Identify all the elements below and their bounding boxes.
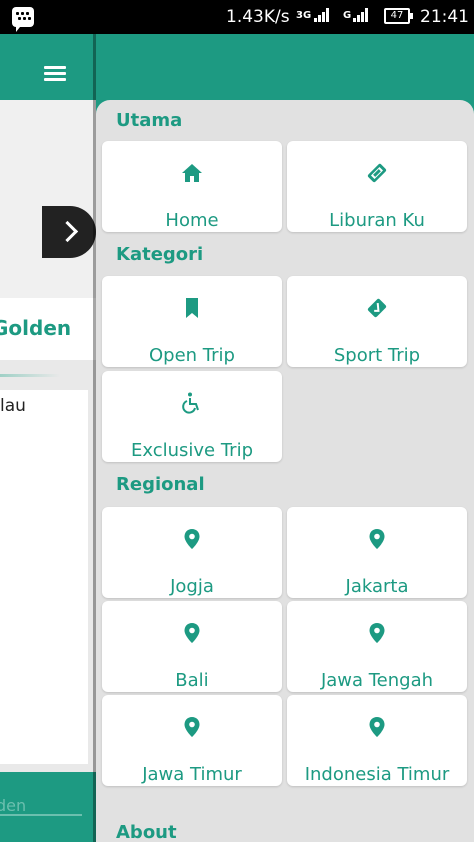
location-pin-icon: [369, 717, 385, 737]
section-title-regional: Regional: [116, 474, 205, 495]
menu-item-home[interactable]: Home: [102, 141, 282, 232]
menu-item-label: Jogja: [170, 576, 214, 597]
background-title: Golden: [0, 298, 96, 360]
location-pin-icon: [184, 717, 200, 737]
menu-item-label: Bali: [175, 670, 209, 691]
clock: 21:41: [420, 7, 469, 27]
menu-item-label: Exclusive Trip: [130, 440, 254, 461]
background-title-text: Golden: [0, 316, 72, 340]
menu-icon[interactable]: [44, 66, 66, 82]
menu-item-indonesia-timur[interactable]: Indonesia Timur: [287, 695, 467, 786]
network-speed: 1.43K/s: [226, 7, 290, 27]
network-type-1: 3G: [296, 10, 312, 21]
navigation-drawer: Utama Home Liburan Ku Kategori Open Trip…: [93, 34, 474, 842]
chevron-right-icon[interactable]: [42, 206, 96, 258]
signal-strength-icon-2: [353, 8, 368, 22]
menu-item-label: Jakarta: [345, 576, 409, 597]
menu-item-exclusive-trip[interactable]: Exclusive Trip: [102, 371, 282, 462]
ticket-icon: [367, 163, 387, 183]
background-search-input[interactable]: den: [0, 796, 82, 816]
bookmark-icon: [186, 298, 198, 318]
menu-item-bali[interactable]: Bali: [102, 601, 282, 692]
signal-strength-icon-1: [314, 8, 329, 22]
badge-check-icon: [367, 298, 387, 318]
section-title-utama: Utama: [116, 110, 183, 131]
network-type-2: G: [343, 10, 352, 21]
status-bar: 1.43K/s 3G G 47 21:41: [0, 0, 474, 34]
location-pin-icon: [184, 529, 200, 549]
location-pin-icon: [369, 623, 385, 643]
menu-item-jakarta[interactable]: Jakarta: [287, 507, 467, 598]
battery-level: 47: [390, 10, 404, 21]
menu-item-open-trip[interactable]: Open Trip: [102, 276, 282, 367]
menu-item-label: Liburan Ku: [329, 210, 425, 231]
background-divider: [0, 374, 60, 377]
menu-item-label: Indonesia Timur: [304, 764, 450, 785]
drawer-menu: Utama Home Liburan Ku Kategori Open Trip…: [96, 100, 474, 842]
menu-item-label: Sport Trip: [333, 345, 421, 366]
location-pin-icon: [184, 623, 200, 643]
menu-item-label: Jawa Timur: [142, 764, 242, 785]
background-search-placeholder: den: [0, 796, 27, 815]
menu-item-liburan-ku[interactable]: Liburan Ku: [287, 141, 467, 232]
menu-item-jawa-tengah[interactable]: Jawa Tengah: [287, 601, 467, 692]
section-title-kategori: Kategori: [116, 244, 204, 265]
menu-item-label: Open Trip: [149, 345, 235, 366]
menu-item-label: Home: [165, 210, 219, 231]
menu-item-jogja[interactable]: Jogja: [102, 507, 282, 598]
battery-icon: 47: [384, 8, 413, 24]
bbm-notification-icon: [12, 7, 34, 32]
section-title-about[interactable]: About: [116, 822, 177, 842]
wheelchair-icon: [182, 392, 199, 414]
menu-item-jawa-timur[interactable]: Jawa Timur: [102, 695, 282, 786]
menu-item-sport-trip[interactable]: Sport Trip: [287, 276, 467, 367]
menu-item-label: Jawa Tengah: [320, 670, 434, 691]
location-pin-icon: [369, 529, 385, 549]
background-list-card: lau: [0, 390, 88, 764]
background-list-text: lau: [0, 396, 26, 416]
home-icon: [182, 164, 202, 182]
background-page: Golden lau den: [0, 34, 96, 842]
